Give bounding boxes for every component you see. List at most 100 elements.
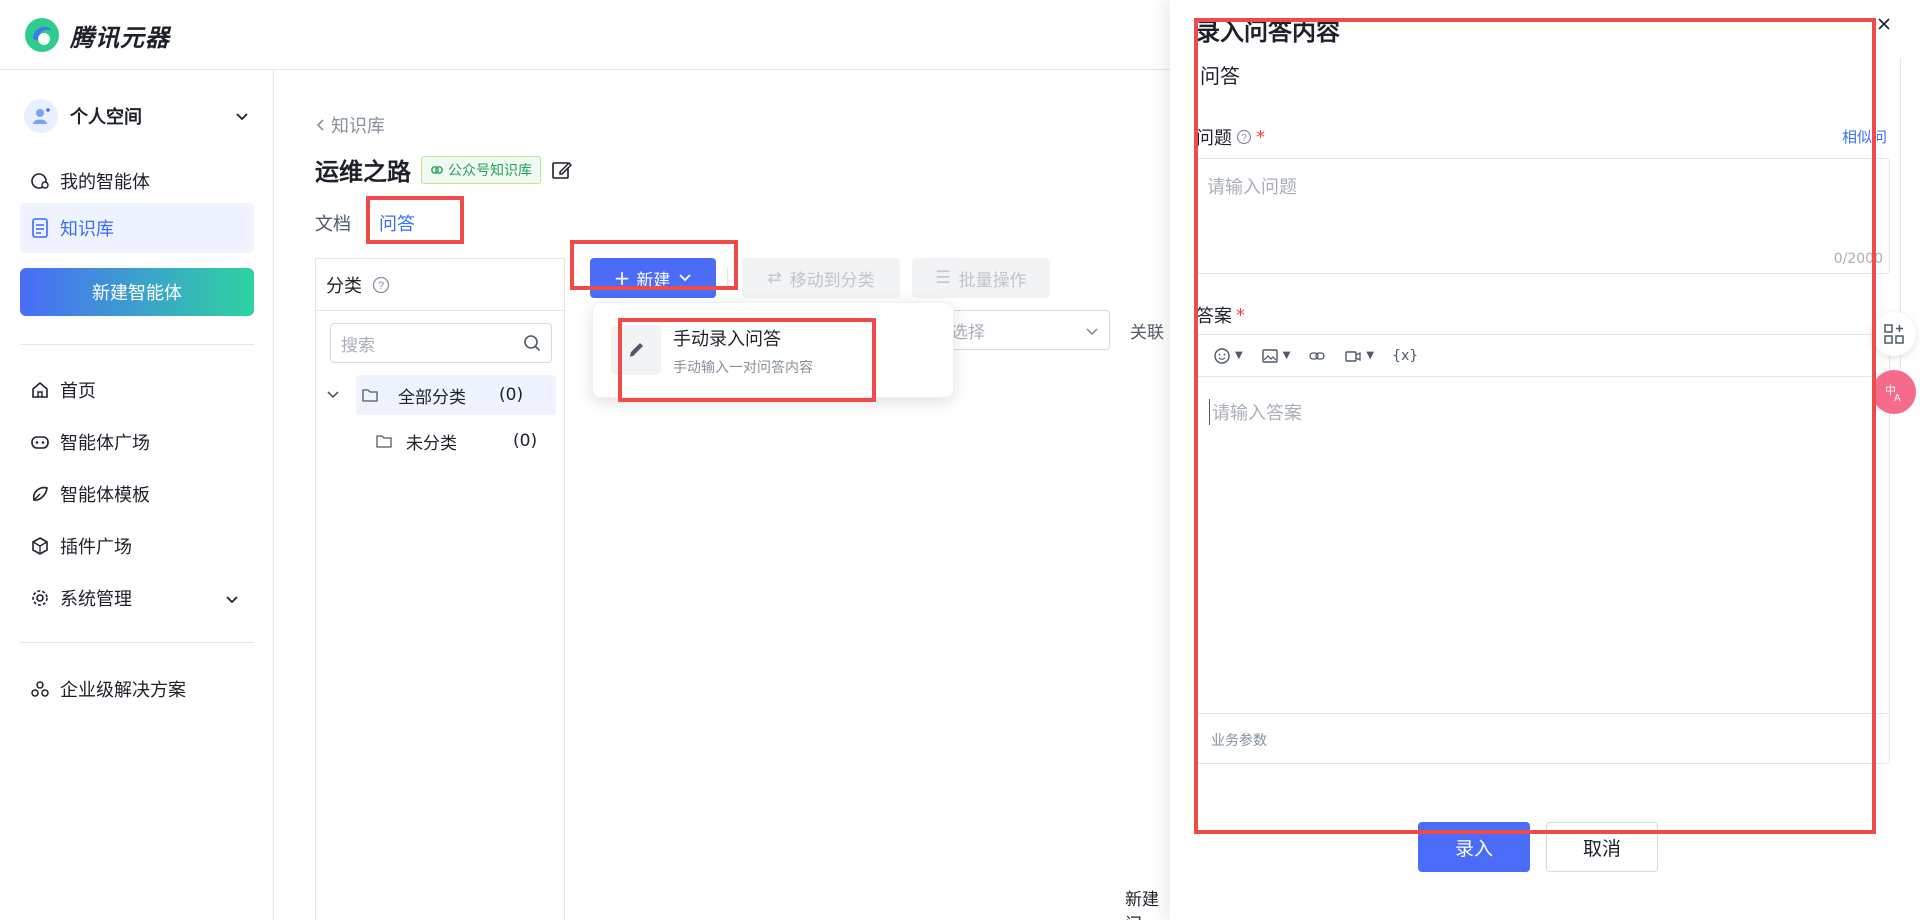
empty-state-text: 新建问 bbox=[1125, 890, 1159, 920]
answer-label-row: 答案 * bbox=[1196, 302, 1245, 328]
space-switcher[interactable]: 个人空间 bbox=[24, 98, 254, 134]
plugin-icon bbox=[30, 536, 50, 556]
enterprise-icon bbox=[30, 679, 50, 699]
answer-label: 答案 bbox=[1196, 306, 1232, 327]
video-button[interactable]: ▼ bbox=[1344, 347, 1374, 365]
submit-button[interactable]: 录入 bbox=[1418, 822, 1530, 872]
tabs: 文档 问答 bbox=[315, 210, 443, 236]
translate-icon: 中A bbox=[1885, 384, 1901, 404]
filter-placeholder: 选择 bbox=[951, 322, 985, 343]
new-dropdown-menu: 手动录入问答 手动输入一对问答内容 bbox=[592, 302, 954, 398]
similar-question-link[interactable]: 相似问 bbox=[1842, 126, 1887, 147]
sidebar-item-label: 企业级解决方案 bbox=[60, 680, 186, 701]
tree-item-count: (0) bbox=[499, 385, 524, 405]
category-panel: 分类 ? 搜索 全部分类 (0) 未分类 (0) bbox=[315, 258, 565, 920]
filter-select[interactable]: 选择 bbox=[940, 310, 1110, 350]
help-icon[interactable]: ? bbox=[1236, 129, 1252, 145]
move-to-category-button[interactable]: ⇄ 移动到分类 bbox=[742, 258, 900, 298]
page-title: 运维之路 bbox=[315, 158, 411, 186]
question-label-row: 问题 ? * bbox=[1196, 124, 1265, 150]
gear-icon bbox=[30, 588, 50, 608]
edit-icon[interactable] bbox=[551, 159, 573, 181]
toolbar-divider bbox=[727, 268, 728, 288]
document-icon bbox=[30, 218, 50, 238]
divider bbox=[20, 344, 254, 345]
app-logo[interactable]: 腾讯元器 bbox=[24, 17, 170, 53]
robot-icon bbox=[30, 432, 50, 452]
drawer-title: 录入问答内容 bbox=[1196, 18, 1340, 46]
swap-icon: ⇄ bbox=[767, 268, 782, 288]
emoji-button[interactable]: ▼ bbox=[1213, 347, 1243, 365]
agent-icon bbox=[30, 171, 50, 191]
avatar bbox=[24, 99, 58, 133]
move-label: 移动到分类 bbox=[789, 270, 875, 291]
sidebar-item-label: 系统管理 bbox=[60, 589, 132, 610]
tree-item-label: 未分类 bbox=[406, 433, 457, 454]
business-params[interactable]: 业务参数 bbox=[1197, 713, 1889, 765]
tab-documents[interactable]: 文档 bbox=[315, 210, 351, 236]
batch-label: 批量操作 bbox=[958, 270, 1027, 291]
emoji-icon bbox=[1214, 347, 1230, 364]
apps-icon bbox=[1884, 324, 1904, 344]
caret-down-icon: ▼ bbox=[1366, 350, 1375, 361]
sidebar-item-my-agents[interactable]: 我的智能体 bbox=[20, 156, 254, 206]
chevron-down-icon bbox=[1086, 328, 1098, 336]
svg-text:?: ? bbox=[1241, 133, 1247, 144]
help-icon[interactable]: ? bbox=[372, 276, 390, 294]
sidebar-item-agent-plaza[interactable]: 智能体广场 bbox=[20, 417, 254, 467]
link-icon bbox=[1309, 351, 1326, 360]
category-header: 分类 ? bbox=[316, 259, 564, 311]
new-button[interactable]: + 新建 bbox=[590, 258, 716, 298]
sidebar-item-system[interactable]: 系统管理 bbox=[20, 573, 254, 623]
question-input[interactable]: 请输入问题 0/2000 bbox=[1196, 158, 1890, 274]
breadcrumb[interactable]: 知识库 bbox=[315, 112, 385, 138]
image-button[interactable]: ▼ bbox=[1261, 347, 1290, 365]
chevron-down-icon bbox=[679, 274, 692, 282]
sidebar: 个人空间 我的智能体 知识库 新建智能体 首页 智能体广场 智能体模板 插件广场… bbox=[0, 70, 274, 920]
floating-apps-button[interactable] bbox=[1872, 312, 1916, 356]
tree-item-all[interactable]: 全部分类 (0) bbox=[326, 375, 556, 415]
scrollbar[interactable] bbox=[1900, 58, 1906, 408]
required-mark: * bbox=[1236, 304, 1245, 326]
sidebar-item-label: 智能体广场 bbox=[60, 433, 150, 454]
title-row: 运维之路 公众号知识库 bbox=[315, 152, 573, 187]
category-search-input[interactable]: 搜索 bbox=[330, 323, 552, 363]
answer-editor[interactable]: ▼ ▼ ▼ {x} 请输入答案 业务参数 bbox=[1196, 334, 1890, 764]
sidebar-item-knowledge[interactable]: 知识库 bbox=[20, 203, 254, 253]
link-button[interactable] bbox=[1308, 347, 1326, 365]
tree-item-uncategorized[interactable]: 未分类 (0) bbox=[326, 421, 556, 461]
new-button-label: 新建 bbox=[636, 270, 671, 291]
logo-icon bbox=[25, 18, 59, 52]
tab-qa[interactable]: 问答 bbox=[379, 210, 415, 236]
char-counter: 0/2000 bbox=[1833, 251, 1883, 267]
required-mark: * bbox=[1256, 126, 1265, 148]
question-placeholder: 请输入问题 bbox=[1207, 177, 1297, 198]
new-agent-button[interactable]: 新建智能体 bbox=[20, 268, 254, 316]
tag-label: 公众号知识库 bbox=[448, 162, 532, 179]
cancel-button[interactable]: 取消 bbox=[1546, 822, 1658, 872]
image-icon bbox=[1262, 348, 1278, 363]
close-icon[interactable] bbox=[1876, 16, 1892, 32]
sidebar-item-enterprise[interactable]: 企业级解决方案 bbox=[20, 664, 254, 714]
answer-placeholder: 请输入答案 bbox=[1209, 399, 1302, 425]
sidebar-item-agent-templates[interactable]: 智能体模板 bbox=[20, 469, 254, 519]
batch-operation-button[interactable]: ☰ 批量操作 bbox=[912, 258, 1050, 298]
svg-text:?: ? bbox=[378, 280, 384, 292]
question-label: 问题 bbox=[1196, 128, 1232, 149]
breadcrumb-label: 知识库 bbox=[331, 116, 385, 137]
editor-toolbar: ▼ ▼ ▼ {x} bbox=[1197, 335, 1889, 377]
video-icon bbox=[1345, 350, 1362, 362]
pencil-icon bbox=[611, 325, 661, 375]
chevron-down-icon bbox=[226, 596, 238, 604]
home-icon bbox=[30, 380, 50, 400]
sidebar-item-home[interactable]: 首页 bbox=[20, 365, 254, 415]
chevron-left-icon bbox=[316, 119, 324, 131]
search-icon[interactable] bbox=[523, 334, 541, 352]
category-title: 分类 bbox=[326, 275, 362, 297]
sidebar-item-plugins[interactable]: 插件广场 bbox=[20, 521, 254, 571]
chevron-down-icon[interactable] bbox=[326, 388, 340, 402]
menu-item-subtitle: 手动输入一对问答内容 bbox=[673, 360, 813, 376]
folder-icon bbox=[362, 389, 378, 402]
variable-button[interactable]: {x} bbox=[1392, 348, 1418, 364]
floating-translate-button[interactable]: 中A bbox=[1872, 370, 1916, 414]
